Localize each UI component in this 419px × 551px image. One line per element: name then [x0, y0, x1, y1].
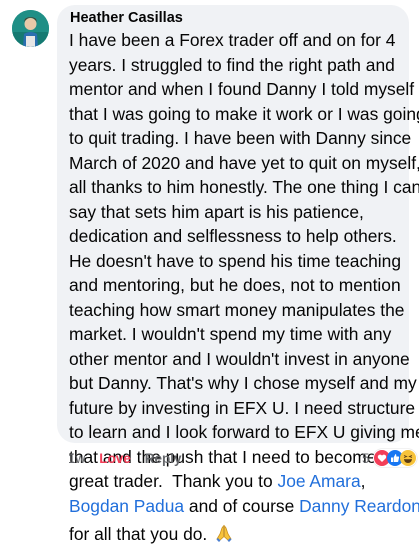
comment-line: say that sets him apart is his patience,	[69, 201, 364, 222]
comment-body: I have been a Forex trader off and on fo…	[69, 28, 419, 547]
reply-button[interactable]: Reply	[145, 451, 182, 466]
avatar[interactable]	[12, 10, 49, 47]
reaction-summary[interactable]: 5	[362, 449, 417, 467]
mention-link-joe-amara[interactable]: Joe Amara	[278, 471, 361, 491]
comment-line: to quit trading. I have been with Danny …	[69, 128, 412, 148]
comment-line: He doesn't have to spend his time teachi…	[69, 250, 402, 271]
comment-line: dedication and selflessness to help othe…	[69, 226, 397, 246]
comment-line: mentor and when I found Danny I told mys…	[69, 79, 415, 99]
comment-text: and of course	[184, 495, 300, 516]
comment-line: to learn and I look forward to EFX U giv…	[69, 422, 419, 442]
comment-text: for all that you do.	[69, 524, 208, 544]
comment-author[interactable]: Heather Casillas	[70, 10, 183, 26]
comment-line: teaching how smart money manipulates the	[69, 299, 405, 320]
reaction-count: 5	[362, 450, 370, 466]
comment-text: ,	[360, 471, 366, 491]
comment-line: March of 2020 and have yet to quit on my…	[69, 152, 419, 173]
mention-link-danny-reardon[interactable]: Danny Reardon	[299, 496, 419, 516]
comment-line: market. I wouldn't spend my time with an…	[69, 324, 392, 344]
comment-line: that I was going to make it work or I wa…	[69, 103, 419, 124]
comment-line: for all that you do.	[69, 522, 409, 547]
comment-line: I have been a Forex trader off and on fo…	[69, 30, 396, 50]
folded-hands-emoji-icon	[214, 524, 234, 544]
comment-line: years. I struggled to find the right pat…	[69, 54, 395, 75]
comment-line: but Danny. That's why I chose myself and…	[69, 373, 417, 393]
comment-line: other mentor and I wouldn't invest in an…	[69, 348, 410, 369]
mention-link-bogdan-padua[interactable]: Bogdan Padua	[69, 496, 184, 516]
comment-line: great trader. Thank you to Joe Amara,	[69, 469, 409, 494]
comment-line: all thanks to him honestly. The one thin…	[69, 177, 419, 197]
comment-footer: 1w Love Reply	[68, 449, 182, 467]
comment-line: future by investing in EFX U. I need str…	[69, 397, 416, 418]
comment-text: great trader. Thank you to	[69, 471, 278, 491]
comment-line: Bogdan Padua and of course Danny Reardon	[69, 494, 419, 519]
profile-photo	[12, 10, 49, 47]
comment-line: and mentoring, but he does, not to menti…	[69, 275, 401, 295]
comment-timestamp[interactable]: 1w	[68, 451, 85, 466]
love-reaction-button[interactable]: Love	[99, 451, 131, 466]
reaction-icons	[372, 449, 417, 467]
haha-reaction-icon	[399, 450, 416, 466]
